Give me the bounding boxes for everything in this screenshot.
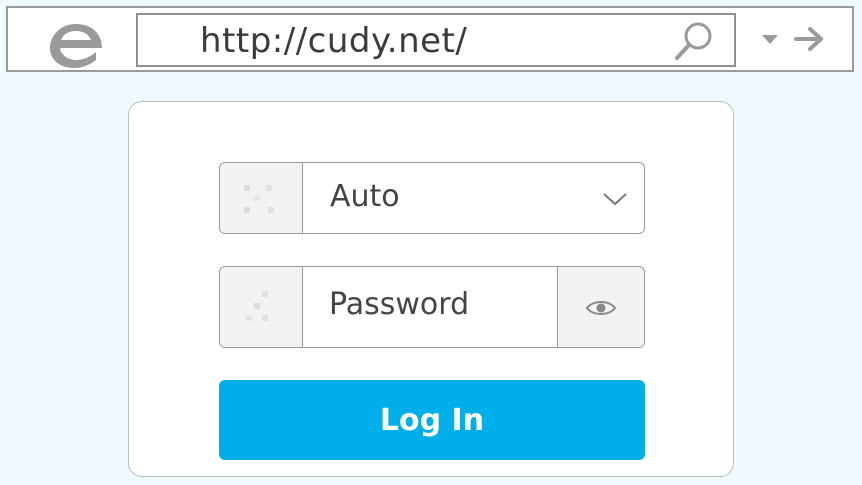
chevron-down-icon[interactable] (760, 32, 780, 46)
address-bar[interactable]: http://cudy.net/ (136, 13, 736, 67)
globe-icon (244, 185, 274, 213)
login-card: Auto Password Log In (128, 101, 734, 477)
arrow-right-icon[interactable] (794, 26, 824, 52)
password-field-group: Password (219, 266, 645, 348)
eye-icon (585, 301, 617, 315)
language-select[interactable]: Auto (219, 162, 645, 234)
lock-icon (246, 291, 268, 321)
url-text: http://cudy.net/ (200, 21, 468, 61)
show-password-toggle[interactable] (558, 267, 644, 347)
password-icon-cell (220, 267, 303, 347)
language-value: Auto (330, 179, 400, 214)
language-icon-cell (220, 163, 303, 233)
edge-logo-icon (50, 24, 102, 68)
password-input[interactable]: Password (302, 267, 558, 347)
browser-toolbar: http://cudy.net/ (6, 6, 854, 72)
password-placeholder: Password (329, 287, 470, 322)
login-button[interactable]: Log In (219, 380, 645, 460)
search-icon[interactable] (672, 20, 716, 62)
chevron-down-icon[interactable] (602, 191, 628, 207)
